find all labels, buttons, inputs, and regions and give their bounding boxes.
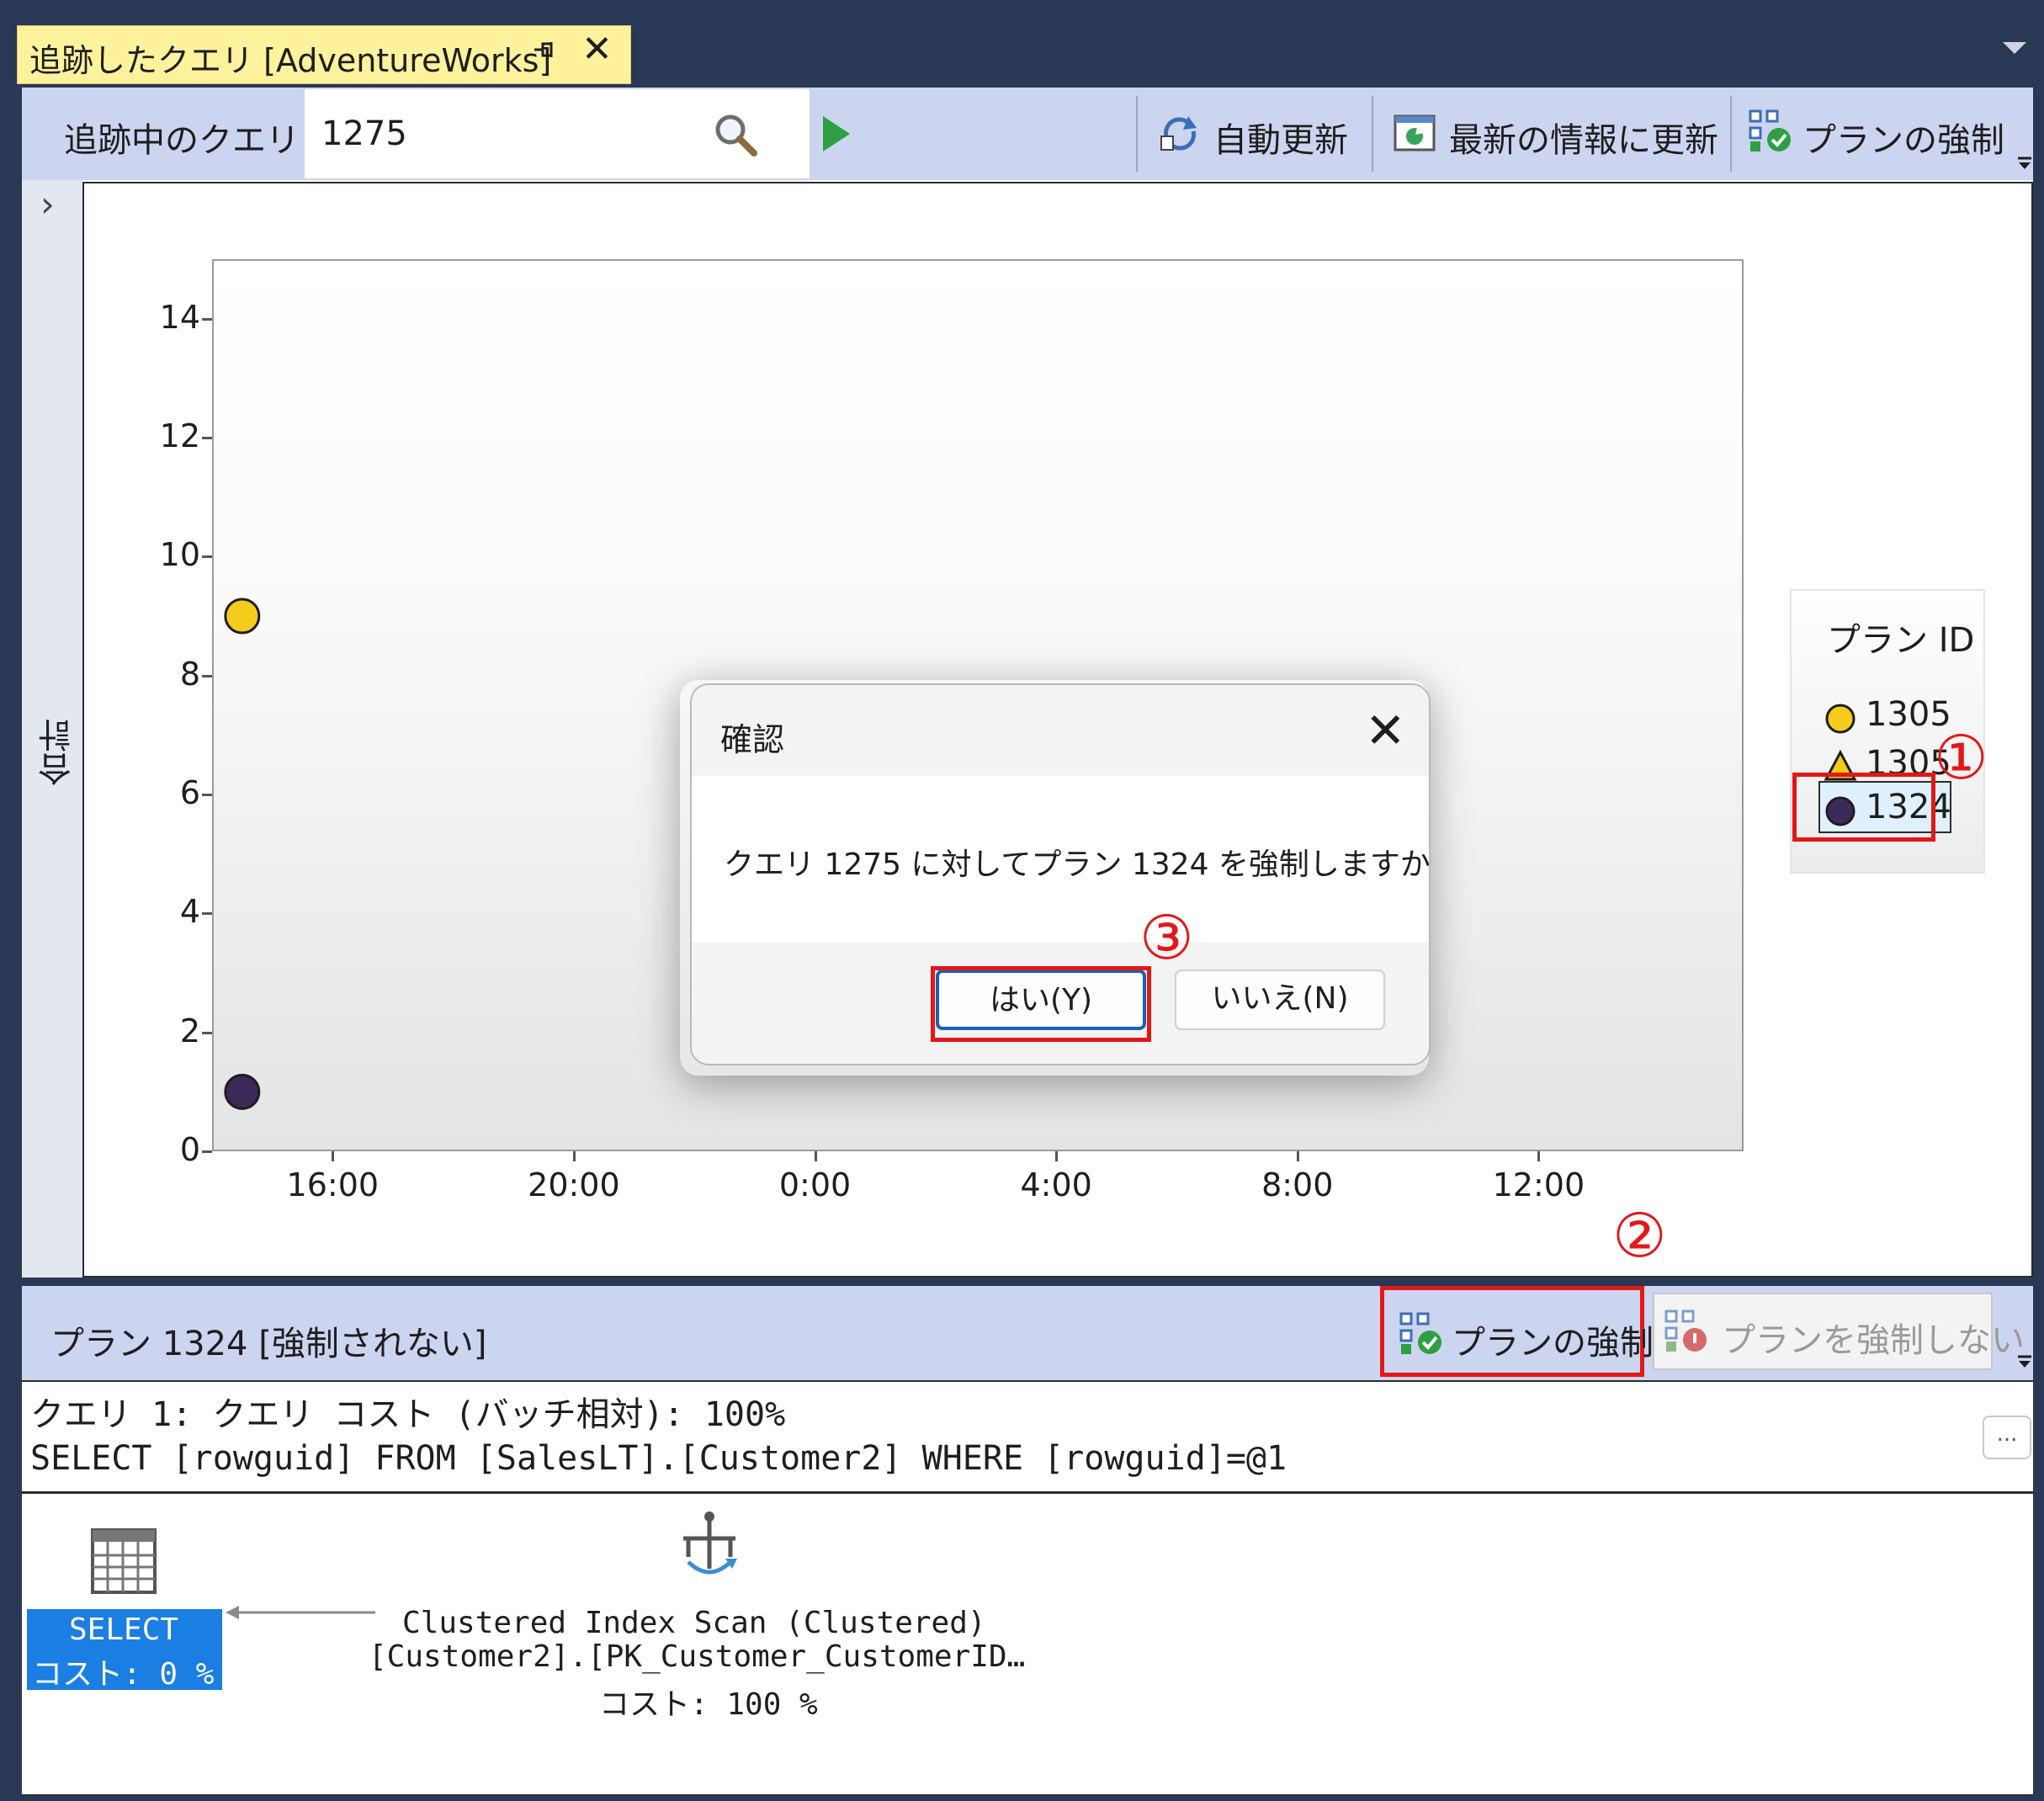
document-tab[interactable]: 追跡したクエリ [AdventureWorks] ✕ [17,25,631,84]
refresh-latest-button[interactable]: 最新の情報に更新 [1385,88,1742,180]
refresh-icon [1158,111,1202,158]
refresh-window-icon [1394,113,1437,157]
annotation-number-2: ② [1612,1200,1667,1271]
unforce-plan-label: プランを強制しない [1722,1321,2025,1360]
annotation-box-1 [1792,773,1935,842]
plan-toolbar: プラン 1324 [強制されない] プランの強制 プランを強制しない [22,1286,2033,1380]
select-operator-node[interactable]: SELECT コスト: 0 % [27,1609,222,1692]
execution-plan-pane: クエリ 1: クエリ コスト (バッチ相対): 100% SELECT [row… [22,1380,2033,1796]
run-icon[interactable] [820,114,853,157]
force-plan-icon [1398,1310,1445,1361]
force-plan-toolbar-label: プランの強制 [1802,121,2004,160]
toolbar: 追跡中のクエリ 自動更新 最新の情報に更新 プランの強制 [22,88,2033,180]
overflow-icon[interactable] [2016,1353,2033,1370]
toolbar-separator [1136,96,1138,172]
more-button[interactable]: ... [1983,1416,2031,1459]
scan-node-cost: コスト: 100 % [599,1687,818,1722]
toolbar-separator [1730,96,1732,172]
divider [22,1491,2033,1494]
dialog-titlebar: 確認 ✕ [692,685,1429,776]
expand-chevron-icon[interactable]: › [40,183,55,225]
scan-node-title: Clustered Index Scan (Clustered) [402,1606,986,1640]
annotation-number-3: ③ [1139,902,1194,973]
dialog-title: 確認 [720,721,785,758]
plan-query-text: SELECT [rowguid] FROM [SalesLT].[Custome… [30,1439,1287,1478]
unforce-plan-icon [1663,1308,1710,1358]
overflow-icon[interactable] [2016,155,2033,172]
close-icon[interactable]: ✕ [1365,702,1406,759]
force-plan-button[interactable]: プランの強制 [1380,1286,1654,1377]
force-plan-toolbar-button[interactable]: プランの強制 [1742,88,2011,180]
arrow-connector [226,1606,375,1619]
data-point[interactable] [224,1073,261,1110]
select-node-cost: コスト: 0 % [32,1657,215,1692]
search-icon[interactable] [712,111,759,162]
scan-node-object: [Customer2].[PK_Customer_CustomerID… [369,1639,1026,1674]
select-node-title: SELECT [69,1612,179,1647]
refresh-latest-label: 最新の情報に更新 [1449,121,1718,160]
plan-status-label: プラン 1324 [強制されない] [50,1325,487,1363]
dialog-message: クエリ 1275 に対してプラン 1324 を強制しますか? [724,847,1431,882]
index-scan-icon[interactable] [672,1510,747,1589]
close-icon[interactable]: ✕ [581,28,613,71]
legend-title: プラン ID [1827,621,1975,660]
data-point[interactable] [224,598,261,635]
plan-query-header: クエリ 1: クエリ コスト (バッチ相対): 100% [30,1395,786,1434]
side-strip: › 合計 [22,180,82,1278]
circle-marker-icon [1825,704,1856,734]
auto-refresh-label: 自動更新 [1213,121,1348,160]
table-result-icon[interactable] [89,1527,158,1599]
tab-title: 追跡したクエリ [AdventureWorks] [29,42,552,79]
auto-refresh-button[interactable]: 自動更新 [1149,88,1378,180]
force-plan-icon [1747,108,1794,158]
pin-icon[interactable] [531,36,556,70]
y-axis-metric-label: 合計 [39,719,77,786]
annotation-box-3 [931,966,1151,1042]
force-plan-label: プランの強制 [1452,1324,1654,1363]
chevron-down-icon[interactable] [2003,42,2026,54]
legend-item[interactable]: 1305 [1824,695,1951,739]
unforce-plan-button[interactable]: プランを強制しない [1653,1293,2025,1370]
toolbar-separator [1372,96,1373,172]
no-button[interactable]: いいえ(N) [1175,970,1385,1030]
tracked-query-label: 追跡中のクエリ [64,121,300,160]
annotation-number-1: ① [1934,722,1988,793]
